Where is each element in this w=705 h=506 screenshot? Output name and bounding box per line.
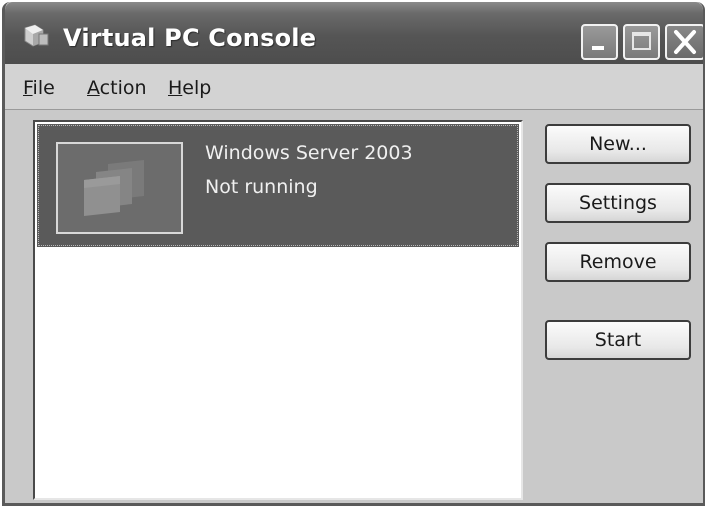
menu-file-label: ile	[32, 77, 55, 99]
vm-name: Windows Server 2003	[205, 142, 413, 164]
vm-list-item[interactable]: Windows Server 2003 Not running	[37, 124, 519, 247]
menu-action-mnemonic: A	[87, 77, 100, 99]
virtual-machine-list[interactable]: Windows Server 2003 Not running	[33, 120, 523, 500]
title-bar[interactable]: Virtual PC Console	[5, 2, 703, 64]
window-title: Virtual PC Console	[63, 24, 317, 52]
settings-button[interactable]: Settings	[545, 183, 691, 223]
virtual-pc-icon	[21, 22, 51, 50]
minimize-button[interactable]	[581, 24, 618, 60]
virtual-pc-console-window: Virtual PC Console File Action Help Wind…	[2, 2, 705, 506]
new-button[interactable]: New...	[545, 124, 691, 164]
vm-status: Not running	[205, 176, 318, 198]
console-client-area: Windows Server 2003 Not running New... S…	[5, 110, 703, 503]
maximize-button[interactable]	[623, 24, 660, 60]
menu-help-label: elp	[182, 77, 212, 99]
menu-action[interactable]: Action	[87, 77, 147, 99]
menu-help[interactable]: Help	[168, 77, 211, 99]
menu-file[interactable]: File	[23, 77, 55, 99]
close-icon	[674, 30, 696, 54]
vm-windows-thumbnail-icon	[56, 142, 183, 234]
menu-bar: File Action Help	[5, 64, 703, 110]
menu-action-label: ction	[99, 77, 147, 99]
remove-button[interactable]: Remove	[545, 242, 691, 282]
menu-file-mnemonic: F	[23, 77, 33, 99]
menu-help-mnemonic: H	[168, 77, 183, 99]
minimize-icon	[592, 46, 604, 50]
start-button[interactable]: Start	[545, 320, 691, 360]
close-button[interactable]	[665, 24, 703, 60]
maximize-icon	[632, 32, 651, 50]
